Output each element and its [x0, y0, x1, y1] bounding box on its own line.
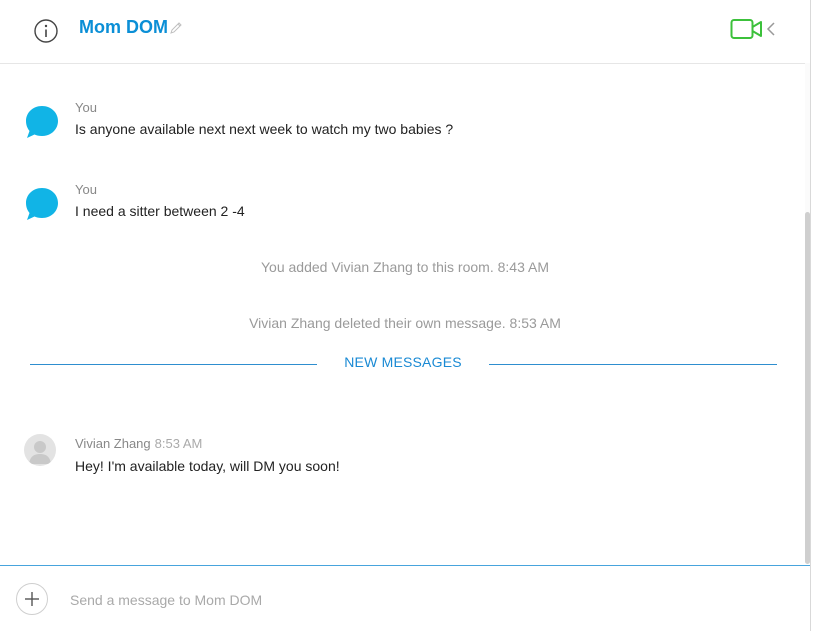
message-composer — [0, 565, 810, 632]
message-sender-line: Vivian Zhang 8:53 AM — [75, 436, 202, 451]
message-sender: You — [75, 100, 97, 115]
chat-bubble-avatar-icon — [26, 188, 58, 220]
message-text: Is anyone available next next week to wa… — [75, 121, 454, 137]
system-message-text: You added Vivian Zhang to this room. — [261, 259, 494, 275]
system-message-text: Vivian Zhang deleted their own message. — [249, 315, 506, 331]
room-title[interactable]: Mom DOM — [79, 17, 168, 38]
add-attachment-button[interactable] — [16, 583, 48, 615]
message-text: I need a sitter between 2 -4 — [75, 203, 245, 219]
info-icon[interactable] — [33, 18, 59, 44]
new-messages-label: NEW MESSAGES — [344, 354, 462, 370]
message-sender: Vivian Zhang — [75, 436, 151, 451]
chat-bubble-avatar-icon — [26, 106, 58, 138]
room-header: Mom DOM — [0, 0, 810, 64]
system-message-time: 8:43 AM — [497, 259, 549, 275]
divider-line-right — [489, 364, 777, 365]
message-sender: You — [75, 182, 97, 197]
system-message-time: 8:53 AM — [509, 315, 561, 331]
system-message: Vivian Zhang deleted their own message. … — [0, 315, 810, 331]
message-input[interactable] — [68, 587, 772, 613]
user-avatar[interactable] — [24, 434, 56, 466]
window-edge — [810, 0, 814, 631]
video-camera-icon[interactable] — [730, 18, 764, 40]
message-text: Hey! I'm available today, will DM you so… — [75, 458, 340, 474]
chevron-left-icon[interactable] — [765, 20, 777, 38]
system-message: You added Vivian Zhang to this room. 8:4… — [0, 259, 810, 275]
pencil-edit-icon[interactable] — [168, 20, 184, 36]
message-time: 8:53 AM — [154, 436, 203, 451]
divider-line-left — [30, 364, 317, 365]
plus-icon — [25, 592, 39, 606]
default-user-icon — [29, 441, 51, 464]
